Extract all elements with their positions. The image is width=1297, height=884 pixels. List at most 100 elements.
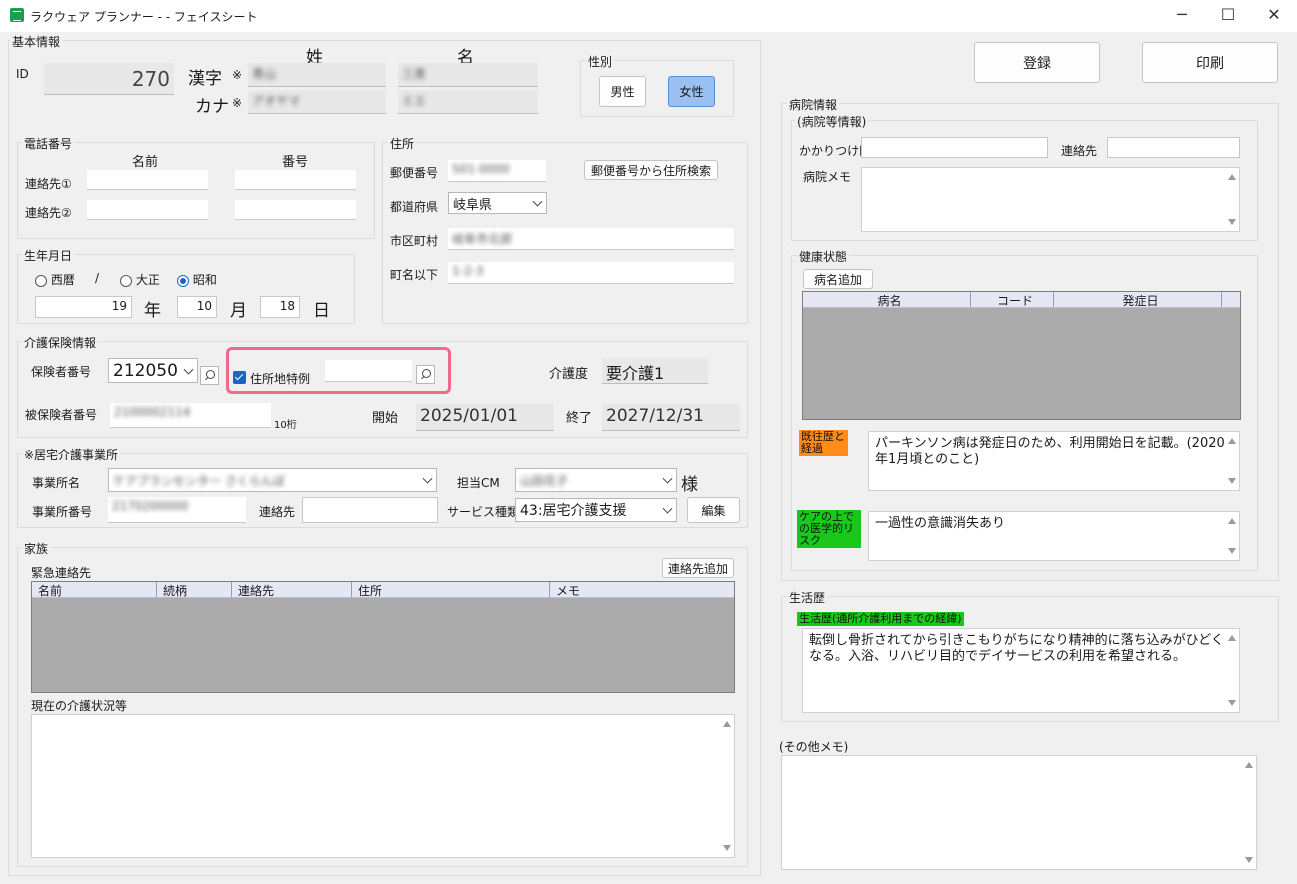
hospital-contact-field[interactable] [1107,137,1240,158]
tokurei-search-icon[interactable] [416,365,435,384]
male-button[interactable]: 男性 [599,76,646,107]
contact2-label: 連絡先② [25,206,72,220]
minimize-button[interactable]: ─ [1159,0,1205,32]
office-name-select[interactable]: ケアプランセンター さくらんぼ [108,468,437,492]
life-history-textarea[interactable]: 転倒し骨折されてから引きこもりがちになり精神的に落ち込みがひどくなる。入浴、リハ… [802,628,1240,713]
cm-label: 担当CM [457,476,500,490]
hospital-memo-textarea[interactable] [861,167,1240,232]
kanji-sei-field[interactable]: 青山 [248,63,386,87]
col-contact[interactable]: 連絡先 [232,582,352,597]
seireki-radio-wrap[interactable]: 西暦 [35,271,75,288]
birth-day-field[interactable]: 18 [260,296,300,318]
service-select[interactable]: 43:居宅介護支援 [515,498,677,522]
insured-field[interactable]: 2100002114 [110,403,271,428]
scrollbar[interactable] [1242,756,1256,869]
scrollbar[interactable] [1225,512,1239,560]
register-button[interactable]: 登録 [974,42,1100,83]
kanji-mei-field[interactable]: 三恵 [398,63,538,87]
disease-grid[interactable]: 病名 コード 発症日 [802,291,1241,420]
seireki-label: 西暦 [50,273,75,287]
pref-value: 岐阜県 [453,197,493,213]
insured-label: 被保険者番号 [25,408,98,422]
col-name[interactable]: 名前 [32,582,157,597]
phone-label: 電話番号 [22,135,75,152]
col-address[interactable]: 住所 [352,582,550,597]
contact1-name-field[interactable] [87,170,208,190]
scrollbar[interactable] [1225,168,1239,231]
birth-month-field[interactable]: 10 [177,296,217,318]
kana-sei-field[interactable]: アオヤマ [248,90,386,114]
postal-search-button[interactable]: 郵便番号から住所検索 [584,160,718,180]
contact1-number-field[interactable] [235,170,356,190]
postal-field[interactable]: 501-0000 [448,160,546,182]
health-label: 健康状態 [797,248,850,265]
col-onset[interactable]: 発症日 [1054,292,1222,307]
history-textarea[interactable]: パーキンソン病は発症日のため、利用開始日を記載。(2020年1月頃とのこと) [868,431,1240,491]
care-status-label: 現在の介護状況等 [31,699,128,713]
emergency-contact-grid[interactable]: 名前 続柄 連絡先 住所 メモ [31,581,735,693]
hospital-label: 病院情報 [787,96,840,113]
history-text: パーキンソン病は発症日のため、利用開始日を記載。(2020年1月頃とのこと) [875,436,1225,467]
col-memo[interactable]: メモ [550,582,734,597]
postal-label: 郵便番号 [390,166,439,180]
office-number-field[interactable]: 2170200000 [108,497,246,523]
insurer-search-icon[interactable] [200,366,219,385]
showa-radio[interactable] [177,274,189,287]
hospital-memo-label: 病院メモ [803,170,852,184]
town-label: 町名以下 [390,268,439,282]
contact2-number-field[interactable] [235,200,356,220]
female-button[interactable]: 女性 [668,76,715,107]
care-level-field: 要介護1 [602,358,708,384]
service-value: 43:居宅介護支援 [520,503,627,519]
taisho-radio-wrap[interactable]: 大正 [120,271,160,288]
risk-textarea[interactable]: 一過性の意識消失あり [868,511,1240,561]
city-field[interactable]: 岐阜市北部 [448,228,734,250]
start-label: 開始 [372,411,399,426]
tokurei-checkbox[interactable] [233,371,246,384]
birth-year-field[interactable]: 19 [35,296,132,318]
birth-label: 生年月日 [22,247,75,264]
care-level-label: 介護度 [549,367,589,382]
care-status-textarea[interactable] [31,714,735,858]
start-date-field[interactable]: 2025/01/01 [416,404,554,431]
end-date-field[interactable]: 2027/12/31 [602,404,740,431]
disease-grid-header: 病名 コード 発症日 [803,292,1240,308]
seireki-radio[interactable] [35,274,47,287]
pref-select[interactable]: 岐阜県 [448,192,547,214]
scrollbar[interactable] [1225,629,1239,712]
month-unit: 月 [230,301,247,321]
add-disease-button[interactable]: 病名追加 [803,269,873,289]
insurer-select[interactable]: 212050 [108,358,198,383]
maximize-button[interactable]: ☐ [1205,0,1251,32]
birth-slash: / [95,271,100,285]
add-contact-button[interactable]: 連絡先追加 [662,558,734,578]
chevron-down-icon [532,196,543,207]
taisho-radio[interactable] [120,274,132,287]
office-contact-label: 連絡先 [259,505,296,519]
cm-select[interactable]: 山田花子 [515,468,677,492]
scrollbar[interactable] [720,715,734,857]
print-button[interactable]: 印刷 [1142,42,1278,83]
office-label: ※居宅介護事業所 [22,446,121,463]
scrollbar[interactable] [1225,432,1239,490]
kana-mei-field[interactable]: ミエ [398,90,538,114]
showa-radio-wrap[interactable]: 昭和 [177,271,217,288]
other-memo-textarea[interactable] [781,755,1257,870]
tokurei-field[interactable] [325,360,412,382]
col-code[interactable]: コード [971,292,1054,307]
col-disease[interactable]: 病名 [803,292,971,307]
close-button[interactable]: ✕ [1251,0,1297,32]
col-relation[interactable]: 続柄 [157,582,232,597]
phone-number-header: 番号 [282,155,309,170]
service-label: サービス種類 [447,505,520,519]
contact2-name-field[interactable] [87,200,208,220]
address-label: 住所 [388,135,417,152]
risk-text: 一過性の意識消失あり [875,516,1006,531]
town-field[interactable]: 1-2-3 [448,262,734,284]
year-unit: 年 [144,301,161,321]
chevron-down-icon [183,364,194,375]
doctor-field[interactable] [861,137,1048,158]
id-label: ID [16,67,29,81]
office-contact-field[interactable] [302,497,438,523]
office-edit-button[interactable]: 編集 [687,497,740,523]
